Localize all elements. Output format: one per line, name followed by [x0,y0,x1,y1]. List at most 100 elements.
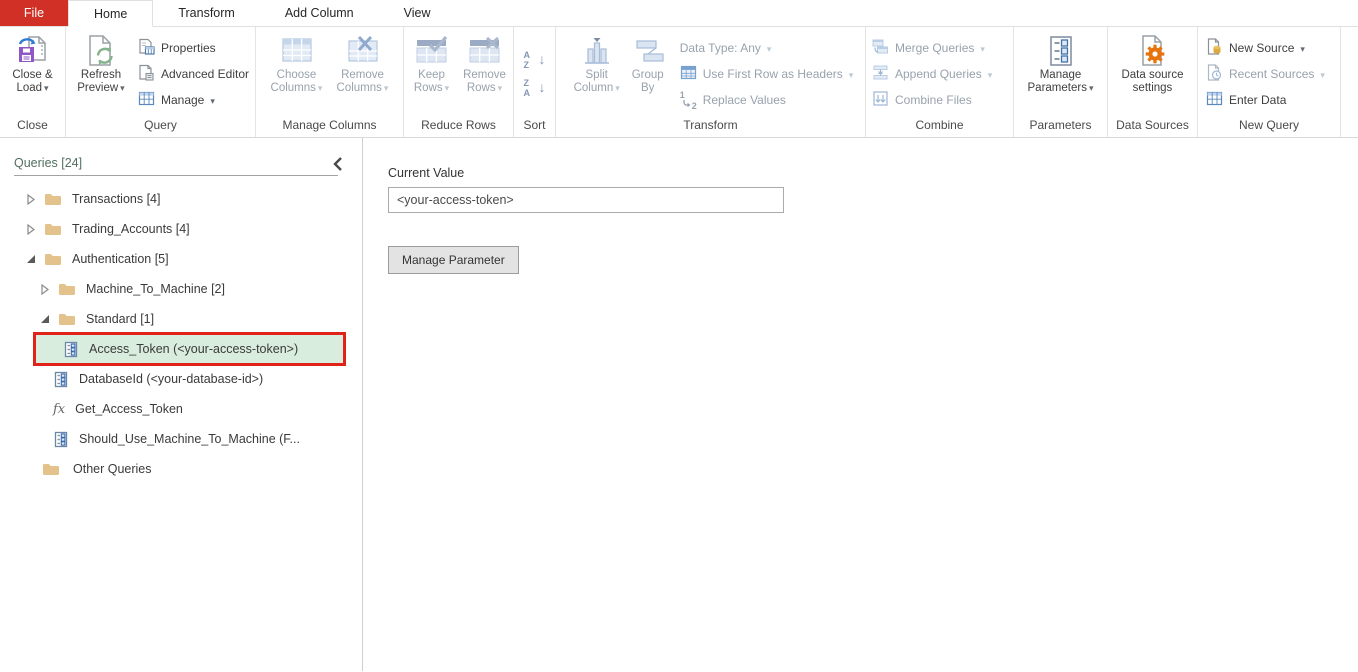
chevron-down-icon [445,82,450,94]
split-column-icon [580,33,614,69]
manage-button[interactable]: Manage [138,87,249,113]
expand-collapsed-icon[interactable] [24,192,38,206]
group-label-query: Query [66,117,255,137]
replace-values-button[interactable]: 1 2 Replace Values [680,87,854,113]
enter-data-icon [1206,90,1223,110]
tree-item-trading-accounts[interactable]: Trading_Accounts [4] [0,214,362,244]
collapse-pane-chevron-icon[interactable] [330,156,346,172]
queries-header-divider [14,175,338,176]
parameter-view: Current Value Manage Parameter [363,138,1358,671]
advanced-editor-button[interactable]: Advanced Editor [138,61,249,87]
data-source-settings-icon [1136,33,1170,69]
ribbon-group-combine: Merge Queries Append Queries [866,27,1014,137]
refresh-preview-icon [84,33,118,69]
new-source-button[interactable]: New Source [1206,35,1325,61]
sort-az-icon: AZ ↓ [524,50,546,72]
recent-sources-button[interactable]: Recent Sources [1206,61,1325,87]
current-value-label: Current Value [388,166,1358,180]
remove-rows-button[interactable]: Remove Rows [459,32,511,95]
tree-item-other-queries[interactable]: Other Queries [0,454,362,484]
current-value-input[interactable] [388,187,784,213]
group-label-new-query: New Query [1198,117,1340,137]
merge-queries-button[interactable]: Merge Queries [872,35,992,61]
group-label-close: Close [0,117,65,137]
group-label-data-sources: Data Sources [1108,117,1197,137]
data-source-settings-button[interactable]: Data source settings [1114,32,1192,95]
tree-item-access-token[interactable]: Access_Token (<your-access-token>) [0,334,362,364]
group-label-parameters: Parameters [1014,117,1107,137]
expand-expanded-icon[interactable] [24,252,38,266]
tree-item-machine-to-machine[interactable]: Machine_To_Machine [2] [0,274,362,304]
group-by-icon [631,33,665,69]
tree-item-get-access-token[interactable]: fx Get_Access_Token [0,394,362,424]
tree-item-databaseid[interactable]: DatabaseId (<your-database-id>) [0,364,362,394]
file-tab[interactable]: File [0,0,68,26]
chevron-down-icon [849,67,854,81]
group-label-reduce-rows: Reduce Rows [404,117,513,137]
group-label-sort: Sort [514,117,555,137]
append-queries-button[interactable]: Append Queries [872,61,992,87]
manage-parameters-button[interactable]: Manage Parameters [1021,32,1101,95]
ribbon-group-reduce-rows: Keep Rows Remove Rows Reduce Rows [404,27,514,137]
expand-collapsed-icon[interactable] [24,222,38,236]
enter-data-button[interactable]: Enter Data [1206,87,1325,113]
group-label-combine: Combine [866,117,1013,137]
sort-za-icon: ZA ↓ [524,78,546,100]
merge-queries-icon [872,38,889,58]
chevron-down-icon [318,82,323,94]
tree-item-standard[interactable]: Standard [1] [0,304,362,334]
properties-button[interactable]: Properties [138,35,249,61]
ribbon-group-query: Refresh Preview Properties [66,27,256,137]
tree-item-transactions[interactable]: Transactions [4] [0,184,362,214]
chevron-down-icon [1320,67,1325,81]
group-label-manage-columns: Manage Columns [256,117,403,137]
chevron-down-icon [384,82,389,94]
combine-files-button[interactable]: Combine Files [872,87,992,113]
parameter-icon [53,371,69,388]
recent-sources-icon [1206,64,1223,84]
tab-add-column[interactable]: Add Column [260,0,379,26]
chevron-down-icon [498,82,503,94]
sort-descending-button[interactable]: ZA ↓ [518,75,552,103]
ribbon-group-transform: Split Column Group By Data Type: Any [556,27,866,137]
expand-collapsed-icon[interactable] [38,282,52,296]
queries-pane-title: Queries [24] [14,156,82,175]
refresh-preview-button[interactable]: Refresh Preview [72,32,130,95]
ribbon-group-close: Close & Load Close [0,27,66,137]
group-label-transform: Transform [556,117,865,137]
replace-values-icon: 1 2 [680,92,697,109]
close-and-load-button[interactable]: Close & Load [4,32,62,95]
chevron-down-icon [767,41,772,55]
split-column-button[interactable]: Split Column [568,32,626,95]
group-by-button[interactable]: Group By [626,32,670,95]
folder-icon [44,252,62,266]
parameter-icon [63,341,79,358]
remove-columns-icon [346,33,380,69]
expand-expanded-icon[interactable] [38,312,52,326]
manage-parameters-icon [1044,33,1078,69]
function-fx-icon: fx [53,402,65,417]
chevron-down-icon [980,41,985,55]
use-first-row-as-headers-button[interactable]: Use First Row as Headers [680,61,854,87]
tab-view[interactable]: View [379,0,456,26]
remove-columns-button[interactable]: Remove Columns [334,32,392,95]
sort-ascending-button[interactable]: AZ ↓ [518,47,552,75]
tree-item-should-use-machine-to-machine[interactable]: Should_Use_Machine_To_Machine (F... [0,424,362,454]
data-type-dropdown[interactable]: Data Type: Any [680,35,854,61]
tree-item-authentication[interactable]: Authentication [5] [0,244,362,274]
tab-transform[interactable]: Transform [153,0,260,26]
manage-table-icon [138,90,155,110]
choose-columns-button[interactable]: Choose Columns [268,32,326,95]
chevron-down-icon [120,82,125,94]
close-and-load-icon [16,33,50,69]
chevron-down-icon [210,93,215,107]
advanced-editor-icon [138,64,155,84]
keep-rows-button[interactable]: Keep Rows [407,32,457,95]
tab-home[interactable]: Home [68,0,153,27]
remove-rows-icon [468,33,502,69]
ribbon: Close & Load Close Refresh [0,27,1358,138]
ribbon-group-parameters: Manage Parameters Parameters [1014,27,1108,137]
manage-parameter-button[interactable]: Manage Parameter [388,246,519,274]
ribbon-group-sort: AZ ↓ ZA ↓ Sort [514,27,556,137]
ribbon-group-manage-columns: Choose Columns Remove Columns Manage Col… [256,27,404,137]
